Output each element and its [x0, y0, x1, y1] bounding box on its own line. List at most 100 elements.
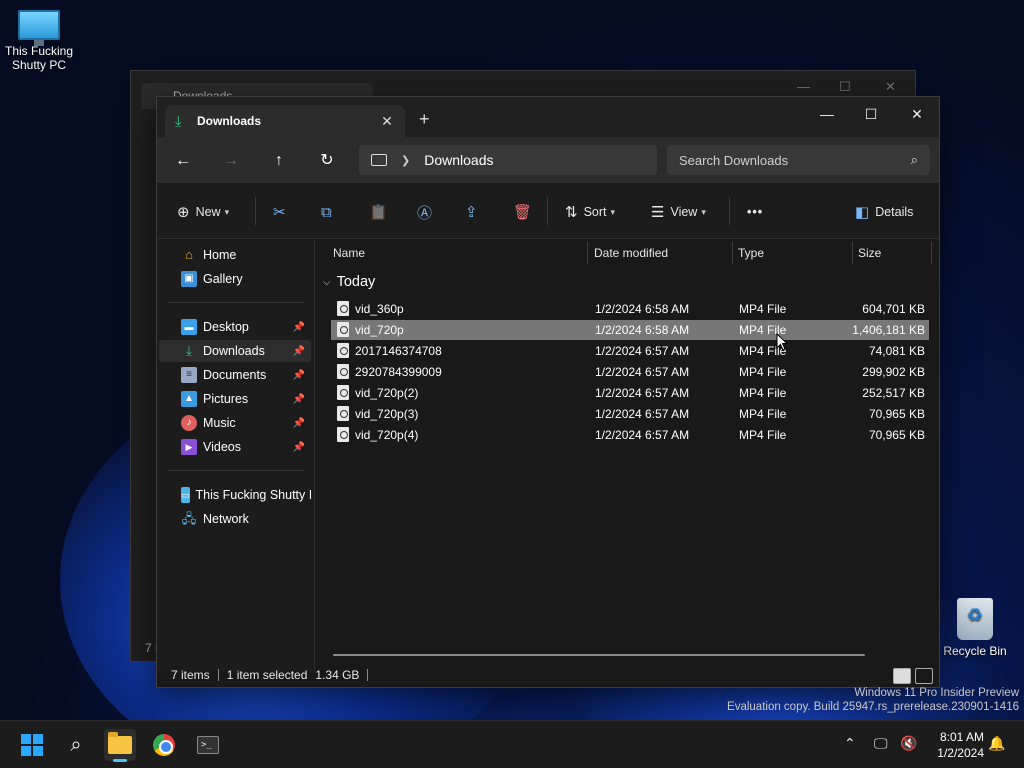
file-date: 1/2/2024 6:57 AM [595, 344, 690, 358]
gallery-icon: ▣ [181, 271, 197, 287]
maximize-button[interactable]: ☐ [857, 103, 885, 125]
column-divider[interactable] [587, 242, 588, 264]
column-header-date[interactable]: Date modified [594, 240, 668, 266]
pin-icon[interactable]: 📌 [293, 394, 305, 405]
column-header-type[interactable]: Type [738, 240, 764, 266]
taskbar-chrome[interactable] [148, 729, 180, 761]
new-label: New [195, 205, 221, 219]
title-bar[interactable]: ⤓ Downloads ✕ + — ☐ ✕ [157, 97, 939, 137]
start-button[interactable] [16, 729, 48, 761]
file-row[interactable]: 2920784399009 1/2/2024 6:57 AM MP4 File … [331, 362, 929, 382]
close-button[interactable]: ✕ [903, 103, 931, 125]
file-row-selected[interactable]: vid_720p 1/2/2024 6:58 AM MP4 File 1,406… [331, 320, 929, 340]
desktop-folder-icon: ▬ [181, 319, 197, 335]
large-icons-view-icon[interactable] [915, 668, 933, 684]
file-row[interactable]: vid_720p(3) 1/2/2024 6:57 AM MP4 File 70… [331, 404, 929, 424]
horizontal-scrollbar[interactable] [333, 654, 865, 656]
status-divider [367, 669, 369, 681]
sidebar-divider [167, 470, 305, 471]
sidebar-item-documents[interactable]: ≡ Documents 📌 [159, 364, 311, 386]
show-hidden-icons-button[interactable]: ⌃ [844, 735, 856, 752]
delete-button[interactable]: 🗑 [513, 201, 538, 223]
column-divider[interactable] [852, 242, 853, 264]
column-divider[interactable] [931, 242, 932, 264]
pin-icon[interactable]: 📌 [293, 442, 305, 453]
chevron-down-icon[interactable]: ⌵ [323, 277, 331, 288]
search-input[interactable]: Search Downloads ⌕ [667, 145, 930, 175]
forward-button[interactable]: → [219, 149, 243, 173]
navigation-bar: ← → ↑ ↻ ❯ Downloads Search Downloads ⌕ [157, 137, 939, 183]
desktop-icon-this-pc[interactable]: This Fucking Shutty PC [0, 10, 79, 72]
new-button[interactable]: ⊕ New ▾ [177, 201, 229, 223]
search-placeholder: Search Downloads [679, 152, 789, 168]
maximize-icon[interactable]: ☐ [839, 79, 851, 95]
video-file-icon [337, 301, 349, 316]
monitor-icon [18, 10, 60, 46]
sidebar-item-home[interactable]: ⌂ Home [159, 244, 311, 266]
file-row[interactable]: vid_720p(2) 1/2/2024 6:57 AM MP4 File 25… [331, 383, 929, 403]
sidebar-item-pictures[interactable]: ▲ Pictures 📌 [159, 388, 311, 410]
column-header-name[interactable]: Name [333, 240, 365, 266]
copy-button[interactable]: ⧉ [321, 201, 338, 223]
close-icon[interactable]: ✕ [885, 79, 896, 95]
sidebar-item-desktop[interactable]: ▬ Desktop 📌 [159, 316, 311, 338]
up-button[interactable]: ↑ [267, 149, 291, 173]
details-view-icon[interactable] [893, 668, 911, 684]
sidebar-item-this-pc[interactable]: ▭ This Fucking Shutty I [159, 484, 311, 506]
details-pane-button[interactable]: ◧ Details [855, 201, 913, 223]
notification-bell-icon[interactable]: 🔔 [988, 735, 1005, 752]
new-tab-button[interactable]: + [419, 109, 430, 130]
taskbar-terminal[interactable]: >_ [192, 729, 224, 761]
sidebar-item-music[interactable]: ♪ Music 📌 [159, 412, 311, 434]
clock-time: 8:01 AM [939, 730, 984, 744]
view-button[interactable]: ☰ View ▾ [651, 201, 706, 223]
sort-button[interactable]: ⇅ Sort ▾ [565, 201, 615, 223]
command-bar: ⊕ New ▾ ✂ ⧉ 📋 Ⓐ ⇪ 🗑 ⇅ Sort ▾ ☰ View ▾ ••… [157, 183, 939, 239]
file-row[interactable]: vid_360p 1/2/2024 6:58 AM MP4 File 604,7… [331, 299, 929, 319]
file-explorer-window[interactable]: ⤓ Downloads ✕ + — ☐ ✕ ← → ↑ ↻ ❯ Download… [156, 96, 940, 688]
sidebar-item-network[interactable]: 🖧 Network [159, 508, 311, 530]
clock[interactable]: 8:01 AM 1/2/2024 [937, 729, 984, 761]
cut-button[interactable]: ✂ [273, 201, 292, 223]
column-header-size[interactable]: Size [858, 240, 881, 266]
sidebar-item-videos[interactable]: ▶ Videos 📌 [159, 436, 311, 458]
sidebar-item-label: Videos [203, 440, 241, 454]
file-date: 1/2/2024 6:57 AM [595, 365, 690, 379]
more-options-button[interactable]: ••• [747, 201, 763, 223]
rename-button[interactable]: Ⓐ [417, 201, 438, 223]
chevron-right-icon[interactable]: ❯ [401, 154, 410, 167]
pin-icon[interactable]: 📌 [293, 322, 305, 333]
desktop-icon-recycle-bin[interactable]: Recycle Bin [935, 598, 1015, 658]
tab-downloads[interactable]: ⤓ Downloads ✕ [165, 105, 405, 137]
back-button[interactable]: ← [171, 149, 195, 173]
sidebar-item-downloads[interactable]: ⤓ Downloads 📌 [159, 340, 311, 362]
volume-muted-icon[interactable]: 🔇 [900, 735, 917, 752]
tab-close-icon[interactable]: ✕ [379, 113, 395, 130]
breadcrumb-location[interactable]: Downloads [424, 152, 493, 168]
view-label: View [670, 205, 698, 219]
file-type: MP4 File [739, 365, 787, 379]
sidebar-item-gallery[interactable]: ▣ Gallery [159, 268, 311, 290]
taskbar: ⌕ >_ ⌃ 🖵 🔇 8:01 AM 1/2/2024 🔔 [0, 720, 1024, 768]
pin-icon[interactable]: 📌 [293, 370, 305, 381]
pictures-icon: ▲ [181, 391, 197, 407]
file-row[interactable]: vid_720p(4) 1/2/2024 6:57 AM MP4 File 70… [331, 425, 929, 445]
share-button[interactable]: ⇪ [465, 201, 484, 223]
sidebar-item-label: Desktop [203, 320, 249, 334]
address-bar[interactable]: ❯ Downloads [359, 145, 657, 175]
search-button[interactable]: ⌕ [60, 729, 92, 761]
network-status-icon[interactable]: 🖵 [874, 735, 888, 752]
paste-button[interactable]: 📋 [369, 201, 394, 223]
file-name: vid_720p(4) [355, 428, 419, 442]
minimize-icon[interactable]: — [797, 79, 810, 94]
pin-icon[interactable]: 📌 [293, 346, 305, 357]
file-size: 70,965 KB [868, 428, 925, 442]
refresh-button[interactable]: ↻ [315, 149, 339, 173]
pin-icon[interactable]: 📌 [293, 418, 305, 429]
minimize-button[interactable]: — [813, 103, 841, 125]
taskbar-file-explorer[interactable] [104, 729, 136, 762]
group-header-today[interactable]: ⌵ Today [323, 274, 375, 290]
file-size: 1,406,181 KB [852, 323, 925, 337]
column-divider[interactable] [732, 242, 733, 264]
file-row[interactable]: 2017146374708 1/2/2024 6:57 AM MP4 File … [331, 341, 929, 361]
